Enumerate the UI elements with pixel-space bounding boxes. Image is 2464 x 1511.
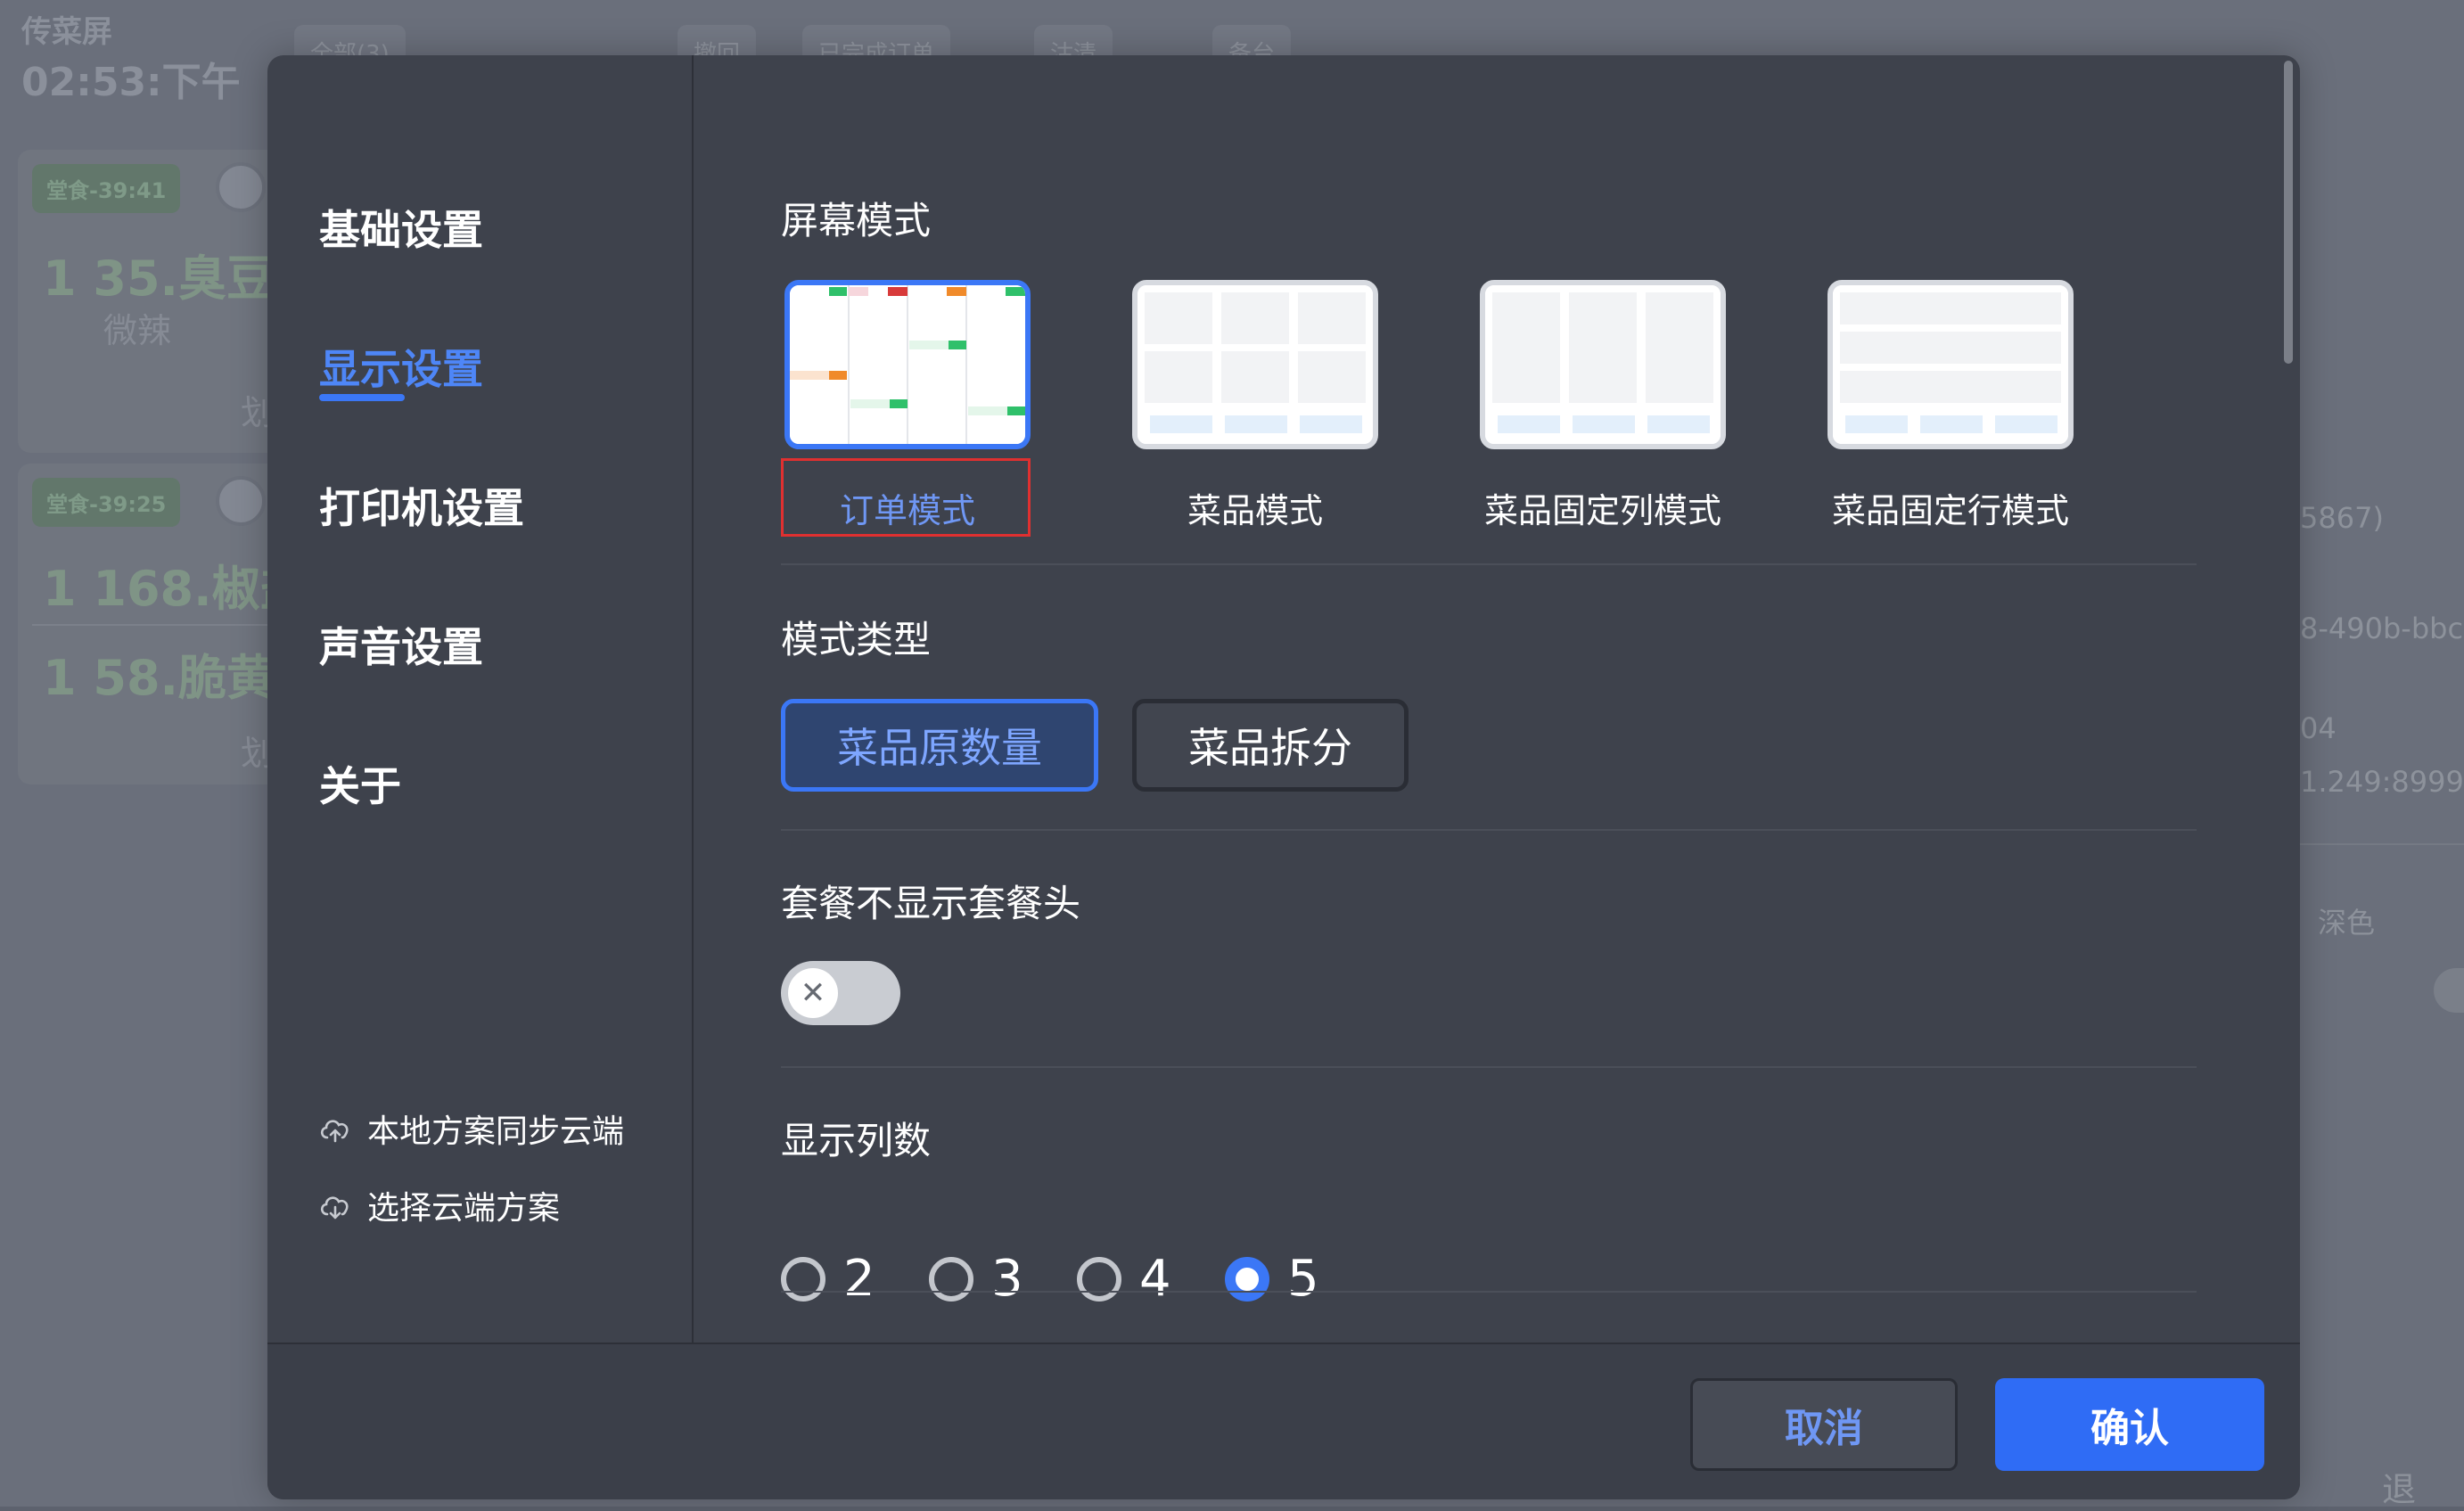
background-info-text: 5867): [2300, 501, 2384, 535]
dish-mode-preview-icon: [1138, 285, 1373, 444]
mode-card-dish[interactable]: [1132, 280, 1378, 449]
radio-icon: [1077, 1256, 1121, 1302]
cloud-upload-icon: [320, 1120, 349, 1143]
background-info-text: 1.249:8999: [2300, 765, 2464, 799]
background-theme-text: 深色: [2318, 906, 2376, 940]
select-cloud-plan-link[interactable]: 选择云端方案: [317, 1182, 560, 1228]
radio-icon: [781, 1256, 825, 1302]
radio-icon: [929, 1256, 973, 1302]
mode-label-order[interactable]: 订单模式: [784, 483, 1031, 532]
sidebar-item-sound[interactable]: 声音设置: [319, 615, 483, 674]
mode-label-fixed-column[interactable]: 菜品固定列模式: [1480, 483, 1726, 532]
sidebar-item-basic[interactable]: 基础设置: [319, 198, 483, 257]
combo-header-toggle[interactable]: ✕: [781, 961, 900, 1025]
sidebar-item-display[interactable]: 显示设置: [319, 337, 483, 396]
mode-type-split-button[interactable]: 菜品拆分: [1132, 699, 1409, 792]
order-mode-preview-icon: [790, 285, 1025, 444]
background-clock: 02:53:下午: [21, 60, 241, 105]
confirm-button[interactable]: 确认: [1995, 1378, 2264, 1471]
column-count-option-2[interactable]: 2: [781, 1250, 875, 1308]
sidebar-item-about[interactable]: 关于: [319, 754, 401, 813]
background-divider: [2300, 843, 2464, 845]
settings-sidebar: 基础设置 显示设置 打印机设置 声音设置 关于 本地方案同步云端 选择云端方案: [267, 55, 694, 1343]
background-order-tag: 堂食-39:25: [32, 478, 181, 527]
radio-checked-icon: [1225, 1256, 1269, 1302]
section-divider: [781, 1066, 2197, 1068]
mode-card-fixed-row[interactable]: [1827, 280, 2074, 449]
background-toggle: [2434, 968, 2464, 1013]
section-divider: [781, 829, 2197, 831]
mode-label-fixed-row[interactable]: 菜品固定行模式: [1827, 483, 2074, 532]
select-cloud-plan-label: 选择云端方案: [367, 1190, 561, 1227]
background-order-card: 堂食-39:25 1 168.椒盐 1 58.脆黄瓜 划: [18, 464, 323, 784]
background-order-badge: [216, 162, 266, 212]
background-info-text: 04: [2300, 711, 2337, 745]
mode-label-dish[interactable]: 菜品模式: [1132, 483, 1378, 532]
background-exit-text: 退: [2382, 1470, 2417, 1509]
toggle-off-icon: ✕: [788, 968, 838, 1018]
mode-card-fixed-column[interactable]: [1480, 280, 1726, 449]
screen-mode-title: 屏幕模式: [781, 199, 932, 242]
mode-type-original-quantity-button[interactable]: 菜品原数量: [781, 699, 1098, 792]
radio-label: 5: [1287, 1250, 1319, 1308]
fixed-row-mode-preview-icon: [1833, 285, 2068, 444]
background-order-divider: [32, 624, 285, 626]
content-scrollbar[interactable]: [2284, 61, 2293, 364]
background-order-badge: [216, 476, 266, 526]
column-count-option-5[interactable]: 5: [1225, 1250, 1319, 1308]
section-divider: [781, 563, 2197, 565]
settings-dialog: 基础设置 显示设置 打印机设置 声音设置 关于 本地方案同步云端 选择云端方案 …: [267, 55, 2300, 1499]
background-order-card: 堂食-39:41 1 35.臭豆腐 微辣 划: [18, 150, 323, 453]
column-count-option-4[interactable]: 4: [1077, 1250, 1171, 1308]
background-brand: 传菜屏: [21, 14, 112, 50]
mode-type-title: 模式类型: [781, 618, 932, 661]
sidebar-item-printer[interactable]: 打印机设置: [319, 476, 524, 535]
sync-to-cloud-link[interactable]: 本地方案同步云端: [317, 1105, 624, 1152]
sync-to-cloud-label: 本地方案同步云端: [367, 1113, 625, 1150]
combo-header-title: 套餐不显示套餐头: [781, 882, 1081, 925]
column-count-option-3[interactable]: 3: [929, 1250, 1023, 1308]
radio-label: 2: [843, 1250, 875, 1308]
radio-label: 3: [991, 1250, 1023, 1308]
mode-card-order[interactable]: [784, 280, 1031, 449]
section-divider: [781, 1291, 2197, 1293]
radio-label: 4: [1139, 1250, 1171, 1308]
background-order-spice: 微辣: [103, 311, 172, 350]
background-info-text: 8-490b-bbc: [2300, 612, 2464, 645]
cancel-button[interactable]: 取消: [1690, 1378, 1958, 1471]
fixed-column-mode-preview-icon: [1485, 285, 1721, 444]
background-order-tag: 堂食-39:41: [32, 164, 181, 213]
cloud-download-icon: [320, 1196, 349, 1219]
display-settings-panel: 屏幕模式 订单模式 菜品模式 菜品固定列模式 菜品固定行模式 模式类型 菜品原数…: [695, 55, 2282, 1343]
active-tab-indicator: [319, 394, 405, 401]
column-count-title: 显示列数: [781, 1119, 932, 1162]
